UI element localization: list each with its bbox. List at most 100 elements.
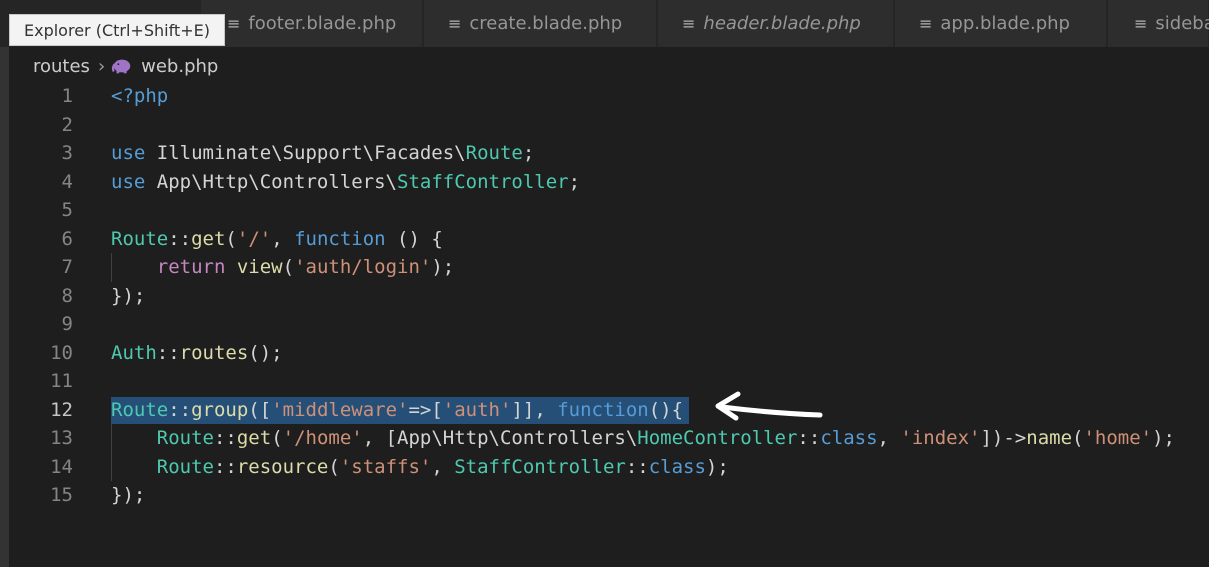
line-number: 1	[61, 85, 73, 107]
code-line[interactable]: 7 return view('auth/login');	[0, 253, 1209, 282]
code-token: Route	[156, 455, 214, 478]
code-token: ([	[248, 398, 272, 421]
breadcrumb-file[interactable]: web.php	[141, 56, 218, 77]
code-token: class	[648, 455, 706, 478]
code-token: ::	[213, 427, 237, 449]
line-number: 3	[61, 142, 73, 164]
code-text: });	[111, 282, 145, 311]
code-token: });	[111, 484, 146, 506]
line-number: 13	[50, 427, 73, 449]
line-number: 9	[61, 313, 73, 335]
code-token: App\Http\Controllers\	[145, 170, 397, 193]
code-text: });	[111, 481, 145, 510]
explorer-tooltip: Explorer (Ctrl+Shift+E)	[9, 14, 225, 46]
code-token: ::	[797, 427, 821, 449]
code-token: Route	[156, 427, 214, 449]
line-number: 7	[61, 256, 73, 278]
tab-header[interactable]: ≡ header.blade.php	[658, 0, 894, 47]
code-line[interactable]: 5	[0, 196, 1209, 225]
code-text: Route::get('/home', [App\Http\Controller…	[111, 424, 1175, 453]
code-line[interactable]: 1 <?php	[0, 82, 1209, 111]
code-token: HomeController	[637, 427, 798, 449]
code-token: =>[	[408, 398, 443, 421]
code-line[interactable]: 3 use Illuminate\Support\Facades\Route;	[0, 139, 1209, 168]
code-token: <?php	[111, 85, 169, 107]
code-text: use App\Http\Controllers\StaffController…	[111, 168, 580, 197]
code-line[interactable]: 10 Auth::routes();	[0, 339, 1209, 368]
code-text: Route::group(['middleware'=>['auth']], f…	[111, 396, 683, 425]
code-token: ;	[522, 142, 535, 164]
code-token: });	[111, 284, 146, 307]
lines-file-icon: ≡	[448, 14, 462, 33]
code-token: group	[191, 398, 249, 421]
line-number: 10	[50, 341, 73, 364]
tab-create[interactable]: ≡ create.blade.php	[424, 0, 657, 47]
code-token: Auth	[111, 341, 157, 364]
tab-label: header.blade.php	[703, 13, 861, 34]
code-text: Auth::routes();	[111, 339, 283, 368]
code-token: 'middleware'	[271, 398, 409, 421]
code-token: '/home'	[282, 427, 363, 449]
php-elephant-icon	[112, 59, 131, 74]
code-token: StaffController	[397, 170, 569, 193]
code-line[interactable]: 14 Route::resource('staffs', StaffContro…	[0, 452, 1209, 481]
code-token: return	[156, 256, 226, 278]
code-line[interactable]: 6 Route::get('/', function () {	[0, 225, 1209, 254]
tab-label: sideba	[1155, 13, 1209, 34]
code-token: ::	[625, 455, 649, 478]
code-token: routes	[179, 341, 249, 364]
code-line[interactable]: 13 Route::get('/home', [App\Http\Control…	[0, 424, 1209, 453]
code-token: ])->	[980, 427, 1027, 449]
code-token: name	[1026, 427, 1073, 449]
code-token: Route	[111, 227, 169, 250]
line-number: 11	[50, 370, 73, 392]
code-token: ::	[168, 227, 192, 250]
line-number: 8	[61, 284, 73, 307]
code-token: 'auth/login'	[294, 256, 432, 278]
code-token: ::	[168, 398, 192, 421]
line-number: 5	[61, 199, 73, 221]
code-line[interactable]: 4 use App\Http\Controllers\StaffControlle…	[0, 168, 1209, 197]
code-editor[interactable]: 1 <?php 2 3 use Illuminate\Support\Facades\R…	[0, 82, 1209, 510]
code-token: );	[705, 455, 729, 478]
code-token: 'staffs'	[339, 455, 432, 478]
line-number: 2	[61, 113, 73, 136]
code-token: (	[328, 455, 340, 478]
lines-file-icon: ≡	[227, 14, 241, 33]
code-token: 'home'	[1083, 427, 1153, 449]
code-line[interactable]: 9	[0, 310, 1209, 339]
code-token: (){	[648, 398, 684, 421]
breadcrumb-folder[interactable]: routes	[33, 56, 90, 77]
code-token: Route	[111, 398, 169, 421]
code-token: ::	[213, 455, 237, 478]
tab-sidebar[interactable]: ≡ sideba	[1108, 0, 1209, 47]
code-line[interactable]: 15});	[0, 481, 1209, 510]
line-number: 14	[50, 455, 73, 478]
code-line[interactable]: 11	[0, 367, 1209, 396]
code-text: return view('auth/login');	[111, 253, 454, 282]
code-token: function	[294, 227, 386, 250]
code-token: ::	[156, 341, 180, 364]
tab-footer[interactable]: ≡ footer.blade.php	[201, 0, 423, 47]
code-line[interactable]: 12 Route::group(['middleware'=>['auth']],…	[0, 396, 1209, 425]
tab-app[interactable]: ≡ app.blade.php	[895, 0, 1107, 47]
tab-label: create.blade.php	[469, 13, 623, 34]
code-token: get	[236, 427, 272, 449]
code-token: resource	[236, 455, 329, 478]
code-line[interactable]: 2	[0, 111, 1209, 140]
code-line[interactable]: 8});	[0, 282, 1209, 311]
code-token: (	[282, 256, 295, 278]
code-token: ,	[271, 227, 295, 250]
line-number: 6	[61, 227, 73, 250]
code-token: Route	[465, 142, 523, 164]
code-token: (	[1072, 427, 1084, 449]
code-token: );	[1152, 427, 1175, 449]
code-text: Route::get('/', function () {	[111, 225, 443, 254]
code-token: use	[111, 142, 146, 164]
tab-label: app.blade.php	[940, 13, 1070, 34]
tab-label: footer.blade.php	[248, 13, 397, 34]
chevron-right-icon: ›	[97, 55, 106, 77]
